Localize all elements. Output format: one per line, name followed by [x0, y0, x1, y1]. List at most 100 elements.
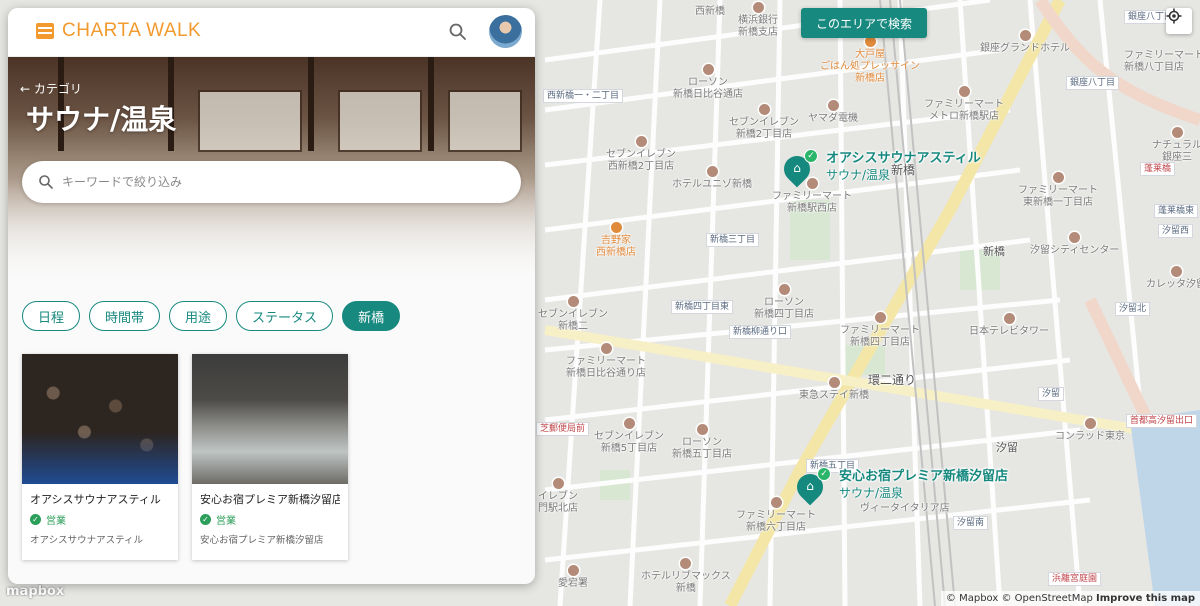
hero-decoration	[448, 90, 522, 152]
check-circle-icon: ✓	[30, 514, 41, 525]
map-marker-anshin[interactable]: ⌂ ✓	[791, 467, 831, 508]
keyword-filter-box[interactable]	[22, 161, 521, 203]
map-poi: 吉野家 西新橋店	[596, 222, 636, 259]
map-poi: ファミリーマート 新橋日比谷通り店	[566, 343, 646, 380]
map-poi: ローソン 新橋四丁目店	[754, 284, 814, 321]
map-poi: イレブン 門駅北店	[538, 478, 578, 515]
map-street-label: 新橋三丁目	[706, 233, 760, 247]
map-station-label: 新橋	[983, 245, 1005, 258]
hero-decoration	[338, 90, 422, 152]
map-poi: コンラッド東京	[1055, 418, 1125, 443]
map-label: ヴィータイタリア店	[860, 503, 950, 514]
map-poi: ナチュラル 銀座三	[1152, 127, 1200, 164]
map-poi: 銀座グランドホテル	[980, 30, 1070, 55]
brand-name: CHARTA WALK	[62, 20, 202, 41]
map-poi: 横浜銀行 新橋支店	[738, 2, 778, 39]
map-poi: セブンイレブン 新橋5丁目店	[594, 418, 664, 455]
map-poi: ホテルリブマックス 新橋	[641, 558, 731, 595]
map-label: 西新橋	[695, 6, 725, 17]
brand-logo[interactable]: CHARTA WALK	[36, 20, 201, 42]
marker-title[interactable]: オアシスサウナアスティル	[826, 147, 981, 166]
attribution-text[interactable]: © Mapbox © OpenStreetMap	[946, 593, 1093, 604]
card-photo	[192, 354, 348, 484]
improve-map-link[interactable]: Improve this map	[1096, 593, 1195, 604]
card-title: オアシスサウナアスティル	[30, 493, 161, 506]
result-card[interactable]: 安心お宿プレミア新橋汐留店 ✓ 営業 安心お宿プレミア新橋汐留店	[192, 354, 348, 560]
open-check-icon: ✓	[817, 467, 831, 481]
hero-decoration	[428, 56, 434, 151]
basket-icon: ⌂	[806, 479, 814, 493]
card-title: 安心お宿プレミア新橋汐留店	[200, 493, 340, 506]
mapbox-logo: mapbox	[6, 584, 65, 599]
status-badge: ✓ 営業	[200, 512, 340, 527]
map-poi: カレッタ汐留	[1146, 266, 1200, 291]
hero-decoration	[308, 56, 314, 151]
locate-me-button[interactable]	[1166, 8, 1192, 34]
map-street-label: 汐留北	[1115, 302, 1151, 316]
marker-category: サウナ/温泉	[839, 486, 904, 500]
page-title: サウナ/温泉	[26, 103, 177, 136]
open-check-icon: ✓	[804, 149, 818, 163]
map-poi: 汐留シティセンター	[1030, 232, 1119, 257]
category-hero: ← カテゴリ サウナ/温泉	[8, 56, 535, 278]
map-street-label: 首都高汐留出口	[1126, 414, 1198, 428]
map-poi: ファミリーマート 東新橋一丁目店	[1018, 172, 1098, 209]
filter-chip-area[interactable]: 新橋	[342, 301, 401, 331]
map-street-label: 新橋四丁目東	[671, 300, 734, 314]
map-poi: ローソン 新橋五丁目店	[672, 424, 732, 461]
card-subtitle: オアシスサウナアスティル	[30, 535, 144, 546]
keyword-filter-input[interactable]	[60, 174, 484, 190]
map-marker-oasis[interactable]: ⌂ ✓	[778, 149, 818, 190]
map-street-label: 汐留西	[1158, 224, 1194, 238]
map-station-label: 汐留	[996, 441, 1018, 454]
results-panel: CHARTA WALK ← カテゴリ サウナ/温泉 日程 時間帯 用途 ステータ…	[8, 8, 535, 584]
map-street-label: 蓬莱橋東	[1154, 204, 1199, 218]
marker-category: サウナ/温泉	[826, 168, 891, 182]
top-bar: CHARTA WALK	[8, 8, 535, 57]
back-to-category-link[interactable]: ← カテゴリ	[20, 80, 82, 97]
map-label: ファミリーマート 新橋八丁目店	[1124, 50, 1200, 73]
map-street-label: 新橋柳通り口	[729, 325, 792, 339]
map-street-label: 西新橋一・二丁目	[543, 89, 624, 103]
map-poi: ファミリーマート メトロ新橋駅店	[924, 86, 1004, 123]
map-street-label: 汐留	[1038, 387, 1065, 401]
avatar[interactable]	[489, 15, 522, 48]
map-poi: セブンイレブン 新橋二	[538, 296, 608, 333]
map-poi: 大戸屋 ごはん処プレッサイン 新橋店	[820, 36, 920, 85]
result-cards: オアシスサウナアスティル ✓ 営業 オアシスサウナアスティル 安心お宿プレミア新…	[22, 354, 348, 560]
filter-chip-purpose[interactable]: 用途	[169, 301, 228, 331]
map-attribution: © Mapbox © OpenStreetMap Improve this ma…	[940, 591, 1200, 606]
map-poi: セブンイレブン 西新橋2丁目店	[606, 136, 676, 173]
map-poi: ファミリーマート 新橋四丁目店	[840, 312, 920, 349]
filter-chips: 日程 時間帯 用途 ステータス 新橋	[22, 301, 401, 331]
filter-chip-status[interactable]: ステータス	[236, 301, 334, 331]
basket-icon: ⌂	[793, 161, 801, 175]
crosshair-icon	[1166, 8, 1182, 24]
filter-chip-time[interactable]: 時間帯	[89, 301, 161, 331]
check-circle-icon: ✓	[200, 514, 211, 525]
calendar-icon	[36, 23, 54, 39]
map-poi: 愛宕署	[558, 565, 588, 590]
map-poi: セブンイレブン 新橋2丁目店	[729, 104, 799, 141]
status-text: 営業	[46, 516, 66, 527]
map-street-label: 銀座八丁目	[1066, 76, 1120, 90]
map-street-label: 浜離宮庭園	[1048, 572, 1102, 586]
map-street-label: 蓬莱橋	[1140, 162, 1176, 176]
hero-decoration	[198, 90, 302, 152]
search-icon	[39, 175, 53, 189]
search-icon[interactable]	[448, 22, 468, 42]
map-poi: 東急ステイ新橋	[799, 377, 869, 402]
result-card[interactable]: オアシスサウナアスティル ✓ 営業 オアシスサウナアスティル	[22, 354, 178, 560]
marker-title[interactable]: 安心お宿プレミア新橋汐留店	[839, 465, 1008, 484]
status-badge: ✓ 営業	[30, 512, 170, 527]
map-poi: ホテルユニゾ新橋	[672, 166, 752, 191]
map-street-label: 芝郵便局前	[536, 422, 590, 436]
map-street-label: 汐留南	[953, 516, 989, 530]
card-photo	[22, 354, 178, 484]
map-poi: ローソン 新橋日比谷通店	[673, 64, 743, 101]
filter-chip-date[interactable]: 日程	[22, 301, 81, 331]
map-poi: 日本テレビタワー	[969, 313, 1049, 338]
search-this-area-button[interactable]: このエリアで検索	[801, 8, 927, 38]
map-poi: ヤマダ電機	[808, 100, 858, 125]
map-label: 環二通り	[868, 373, 917, 387]
